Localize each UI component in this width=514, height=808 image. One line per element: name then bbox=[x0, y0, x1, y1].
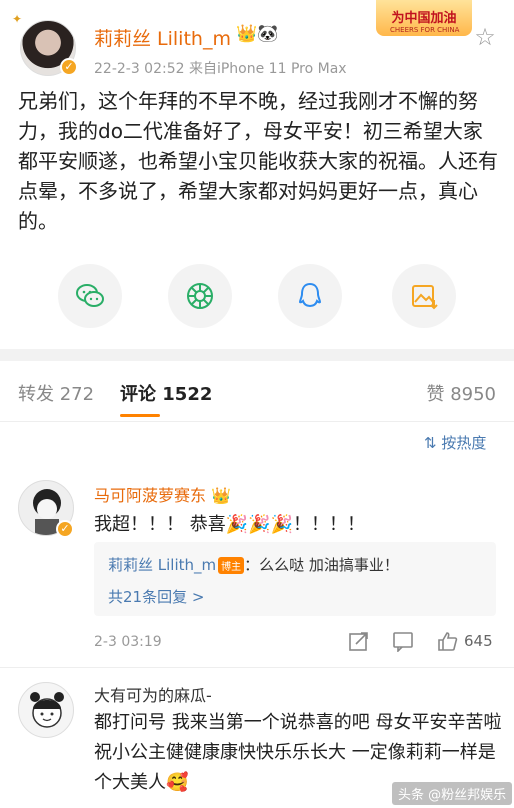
comment-time: 2-3 03:19 bbox=[94, 634, 162, 650]
tab-active-indicator bbox=[120, 414, 160, 417]
verified-badge-icon: ✓ bbox=[60, 58, 78, 76]
like-icon[interactable] bbox=[436, 630, 458, 652]
post-header: ✦ ✓ 莉莉丝 Lilith_m 👑🐼 22-2-3 02:52 来自iPhon… bbox=[0, 0, 514, 80]
commenter-name-text: 马可阿菠萝赛东 bbox=[94, 486, 207, 505]
wechat-icon bbox=[76, 284, 104, 307]
tab-repost[interactable]: 转发 272 bbox=[18, 380, 94, 406]
more-replies-link[interactable]: 共21条回复 > bbox=[108, 586, 204, 607]
sort-label: 按热度 bbox=[441, 434, 487, 452]
repost-icon[interactable] bbox=[348, 630, 370, 652]
author-name[interactable]: 莉莉丝 Lilith_m bbox=[94, 24, 231, 51]
avatar-decoration-icon: ✦ bbox=[12, 12, 23, 26]
promo-subtitle: CHEERS FOR CHINA bbox=[390, 26, 460, 34]
share-moments-button[interactable] bbox=[168, 264, 232, 328]
share-image-button[interactable] bbox=[392, 264, 456, 328]
commenter-avatar[interactable] bbox=[18, 682, 74, 738]
author-badges: 👑🐼 bbox=[236, 24, 279, 44]
reply-preview[interactable]: 莉莉丝 Lilith_m 博主 ：么么哒 加油搞事业！ 共21条回复 > bbox=[94, 542, 496, 616]
verified-badge-icon: ✓ bbox=[56, 520, 74, 538]
qq-icon bbox=[298, 282, 322, 308]
moments-icon bbox=[187, 283, 213, 309]
share-row bbox=[0, 256, 514, 336]
reply-icon[interactable] bbox=[392, 630, 414, 652]
share-qq-button[interactable] bbox=[278, 264, 342, 328]
share-wechat-button[interactable] bbox=[58, 264, 122, 328]
tab-bar: 转发 272 评论 1522 赞 8950 bbox=[0, 362, 514, 422]
like-count: 645 bbox=[464, 632, 493, 650]
commenter-name[interactable]: 马可阿菠萝赛东 👑 bbox=[94, 482, 231, 506]
image-icon bbox=[412, 285, 438, 310]
reply-author[interactable]: 莉莉丝 Lilith_m bbox=[108, 556, 216, 574]
reply-line: 莉莉丝 Lilith_m 博主 ：么么哒 加油搞事业！ bbox=[108, 554, 399, 575]
favorite-star-icon[interactable]: ☆ bbox=[470, 22, 500, 52]
crown-icon: 👑 bbox=[211, 486, 232, 505]
tab-comments[interactable]: 评论 1522 bbox=[120, 380, 212, 406]
comment-text: 我超！！！ 恭喜🎉🎉🎉！！！！ bbox=[94, 514, 365, 535]
post-text: 兄弟们，这个年拜的不早不晚，经过我刚才不懈的努力，我的do二代准备好了，母女平安… bbox=[18, 89, 498, 233]
sort-by-hot-button[interactable]: ⇅ 按热度 bbox=[424, 432, 486, 453]
cartoon-girl-icon bbox=[30, 692, 64, 728]
comment-item: ✓ 马可阿菠萝赛东 👑 我超！！！ 恭喜🎉🎉🎉！！！！ 莉莉丝 Lilith_m… bbox=[0, 472, 514, 668]
author-tag: 博主 bbox=[218, 557, 245, 574]
reply-text: ：么么哒 加油搞事业！ bbox=[244, 556, 399, 574]
sort-icon: ⇅ bbox=[424, 434, 442, 452]
watermark: 头条 @粉丝邦娱乐 bbox=[392, 782, 513, 805]
tab-likes[interactable]: 赞 8950 bbox=[426, 380, 496, 406]
commenter-name[interactable]: 大有可为的麻瓜- bbox=[94, 682, 212, 706]
section-divider bbox=[0, 349, 514, 361]
post-meta: 22-2-3 02:52 来自iPhone 11 Pro Max bbox=[94, 61, 347, 77]
